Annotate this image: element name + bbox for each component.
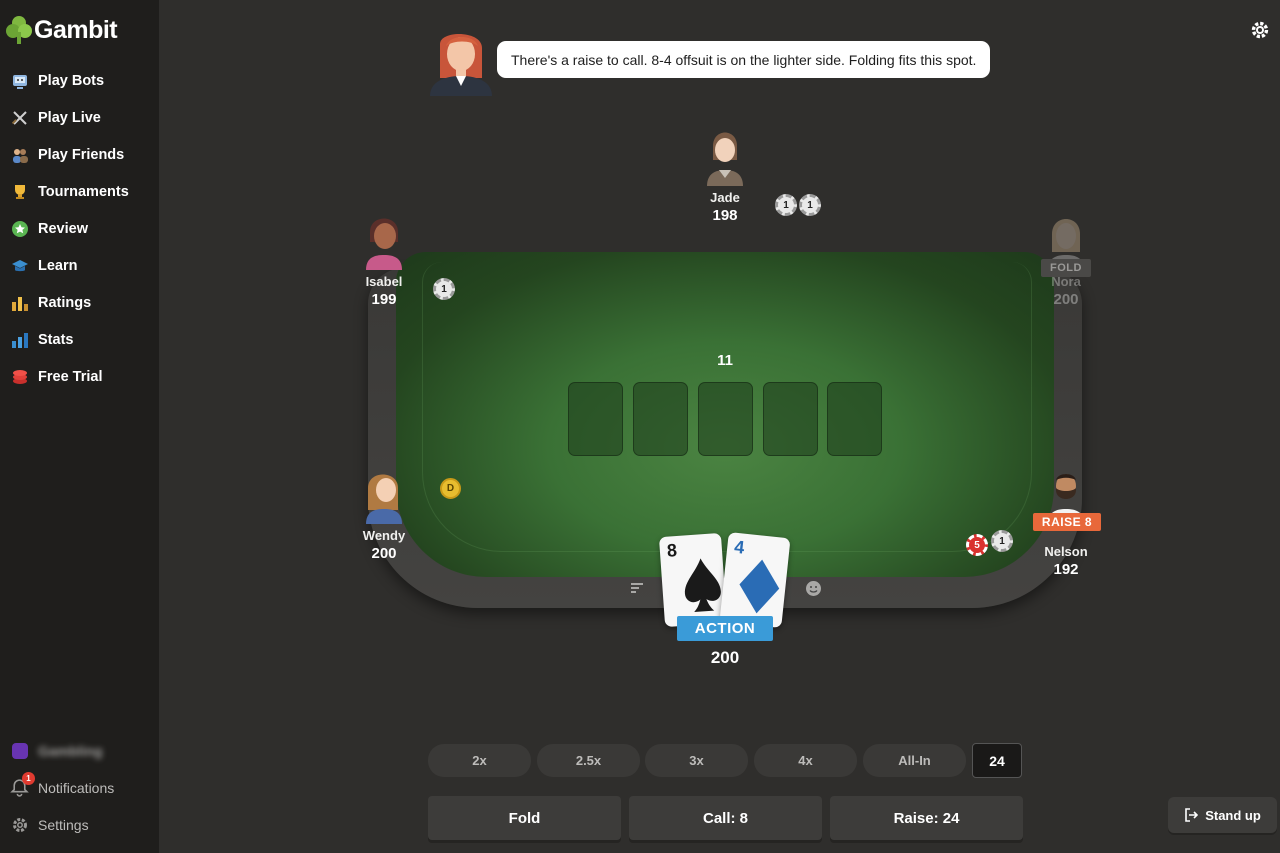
size-preset-4x[interactable]: 4x xyxy=(754,744,857,777)
notification-badge: 1 xyxy=(22,772,35,785)
player-stack: 199 xyxy=(371,291,397,308)
bet-chip: 1 xyxy=(799,194,821,216)
coach-avatar xyxy=(426,24,496,96)
player-stack: 200 xyxy=(1053,291,1079,308)
bell-icon: 1 xyxy=(10,772,35,797)
spade-icon xyxy=(684,558,721,612)
bet-chip: 1 xyxy=(775,194,797,216)
player-avatar xyxy=(358,210,410,270)
bet-chip: 5 xyxy=(966,534,988,556)
sidebar-item-stats[interactable]: Stats xyxy=(0,321,159,358)
raise-status-badge: RAISE 8 xyxy=(1033,513,1101,531)
sidebar-item-label: Play Live xyxy=(38,109,101,126)
player-isabel[interactable]: Isabel 199 xyxy=(344,210,424,308)
emoji-icon[interactable] xyxy=(803,578,823,598)
player-name: Jade xyxy=(710,190,740,205)
chip-stack-icon xyxy=(10,367,29,386)
stats-chart-icon xyxy=(10,330,29,349)
app-logo[interactable]: Gambit xyxy=(6,14,118,46)
sidebar-item-play-bots[interactable]: Play Bots xyxy=(0,62,159,99)
friends-icon xyxy=(10,145,29,164)
player-avatar xyxy=(358,464,410,524)
sidebar-item-free-trial[interactable]: Free Trial xyxy=(0,358,159,395)
player-name: Wendy xyxy=(362,528,406,543)
sidebar-nav: Play Bots Play Live Play Friends Tournam… xyxy=(0,62,159,395)
sidebar-item-review[interactable]: Review xyxy=(0,210,159,247)
stand-up-label: Stand up xyxy=(1205,807,1261,823)
user-profile[interactable]: Gambling xyxy=(0,732,159,769)
sidebar-item-label: Free Trial xyxy=(38,368,103,385)
community-card-slot xyxy=(763,382,818,456)
player-name: Isabel xyxy=(365,274,403,289)
community-card-slot xyxy=(633,382,688,456)
hole-card: 8 xyxy=(658,532,728,628)
app-name: Gambit xyxy=(34,15,118,44)
dealer-button: D xyxy=(440,478,461,499)
robot-icon xyxy=(10,71,29,90)
coach-speech-bubble: There's a raise to call. 8-4 offsuit is … xyxy=(497,41,991,78)
fold-button[interactable]: Fold xyxy=(428,796,621,840)
sidebar-item-label: Learn xyxy=(38,257,78,274)
sidebar-item-notifications[interactable]: 1 Notifications xyxy=(0,769,159,806)
player-stack: 198 xyxy=(712,207,738,224)
sidebar-bottom: Gambling 1 Notifications Settings xyxy=(0,732,159,843)
trophy-icon xyxy=(10,182,29,201)
stand-up-button[interactable]: Stand up xyxy=(1168,797,1277,833)
sidebar-item-tournaments[interactable]: Tournaments xyxy=(0,173,159,210)
settings-label: Settings xyxy=(38,816,89,833)
player-jade[interactable]: Jade 198 xyxy=(685,126,765,224)
notifications-label: Notifications xyxy=(38,779,115,796)
call-button[interactable]: Call: 8 xyxy=(629,796,822,840)
bet-chip: 1 xyxy=(433,278,455,300)
size-preset-2x[interactable]: 2x xyxy=(428,744,531,777)
pot-amount: 11 xyxy=(717,352,733,369)
sidebar-item-label: Review xyxy=(38,220,88,237)
card-rank: 8 xyxy=(666,540,678,561)
sidebar-item-play-friends[interactable]: Play Friends xyxy=(0,136,159,173)
bet-amount-input[interactable]: 24 xyxy=(972,743,1022,778)
sidebar-item-settings[interactable]: Settings xyxy=(0,806,159,843)
bet-chip: 1 xyxy=(991,530,1013,552)
sidebar-item-ratings[interactable]: Ratings xyxy=(0,284,159,321)
size-preset-3x[interactable]: 3x xyxy=(645,744,748,777)
diamond-icon xyxy=(739,559,780,614)
size-preset-all-in[interactable]: All-In xyxy=(863,744,966,777)
community-card-slot xyxy=(698,382,753,456)
raise-button[interactable]: Raise: 24 xyxy=(830,796,1023,840)
club-logo-icon xyxy=(6,16,32,44)
player-stack: 192 xyxy=(1053,561,1079,578)
hole-card: 4 xyxy=(719,532,791,628)
community-card-slot xyxy=(827,382,882,456)
username: Gambling xyxy=(38,742,103,759)
player-avatar xyxy=(699,126,751,186)
sidebar-item-label: Tournaments xyxy=(38,183,129,200)
sidebar-item-play-live[interactable]: Play Live xyxy=(0,99,159,136)
ratings-bars-icon xyxy=(10,293,29,312)
star-icon xyxy=(10,219,29,238)
graduation-cap-icon xyxy=(10,256,29,275)
community-card-slot xyxy=(568,382,623,456)
user-avatar xyxy=(10,741,29,760)
sidebar-item-label: Ratings xyxy=(38,294,92,311)
player-wendy[interactable]: Wendy 200 xyxy=(344,464,424,562)
sidebar-item-label: Stats xyxy=(38,331,74,348)
player-name: Nelson xyxy=(1044,544,1088,559)
size-preset-2-5x[interactable]: 2.5x xyxy=(537,744,640,777)
sidebar-item-label: Play Bots xyxy=(38,72,105,89)
action-badge: ACTION xyxy=(677,616,773,641)
sidebar-item-learn[interactable]: Learn xyxy=(0,247,159,284)
hero-stack: 200 xyxy=(710,648,740,667)
settings-gear-icon[interactable] xyxy=(1250,20,1270,40)
filter-lines-icon[interactable] xyxy=(627,578,647,598)
crossed-swords-icon xyxy=(10,108,29,127)
sidebar-item-label: Play Friends xyxy=(38,146,125,163)
sidebar: Gambit Play Bots Play Live Play Friends … xyxy=(0,0,159,853)
exit-icon xyxy=(1185,808,1199,822)
gear-icon xyxy=(10,815,29,834)
fold-status-badge: FOLD xyxy=(1041,259,1091,277)
player-stack: 200 xyxy=(371,545,397,562)
